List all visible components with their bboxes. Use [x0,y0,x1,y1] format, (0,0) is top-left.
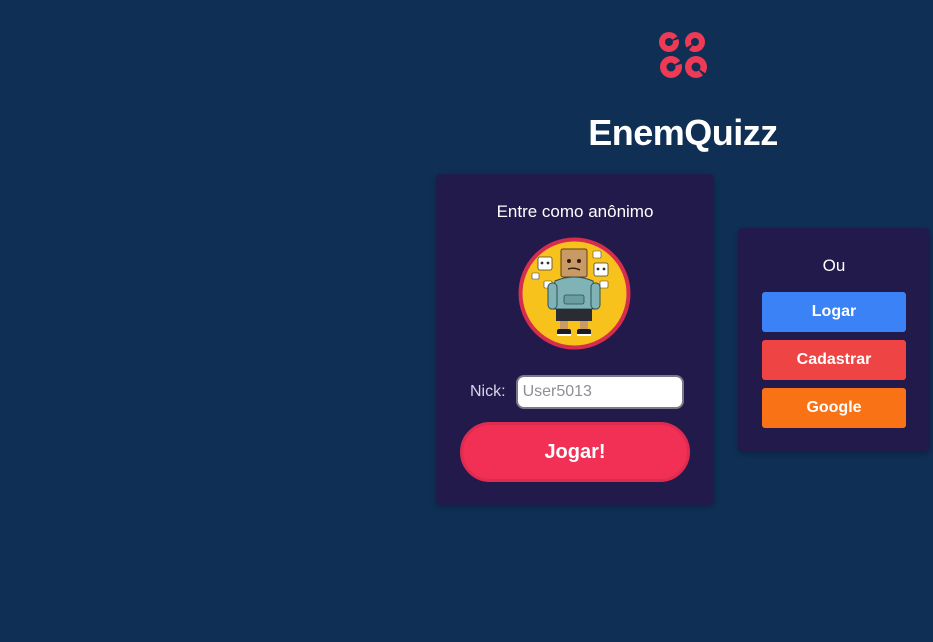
or-label: Ou [822,256,846,275]
nick-label: Nick: [470,383,506,400]
nick-row: Nick: [470,374,684,410]
nick-input[interactable] [515,375,684,409]
login-button[interactable]: Logar [762,292,906,332]
play-button[interactable]: Jogar! [460,422,690,482]
google-login-button[interactable]: Google [762,388,906,428]
anonymous-login-card: Entre como anônimo Nick: User5013 Jogar! [436,174,714,505]
register-button[interactable]: Cadastrar [762,340,906,380]
quiz-logo-icon [659,32,709,79]
alternative-login-card: Ou Logar Cadastrar Google [738,228,930,452]
avatar[interactable] [518,237,631,350]
app-title: EnemQuizz [588,112,778,153]
anonymous-heading: Entre como anônimo [496,202,654,221]
